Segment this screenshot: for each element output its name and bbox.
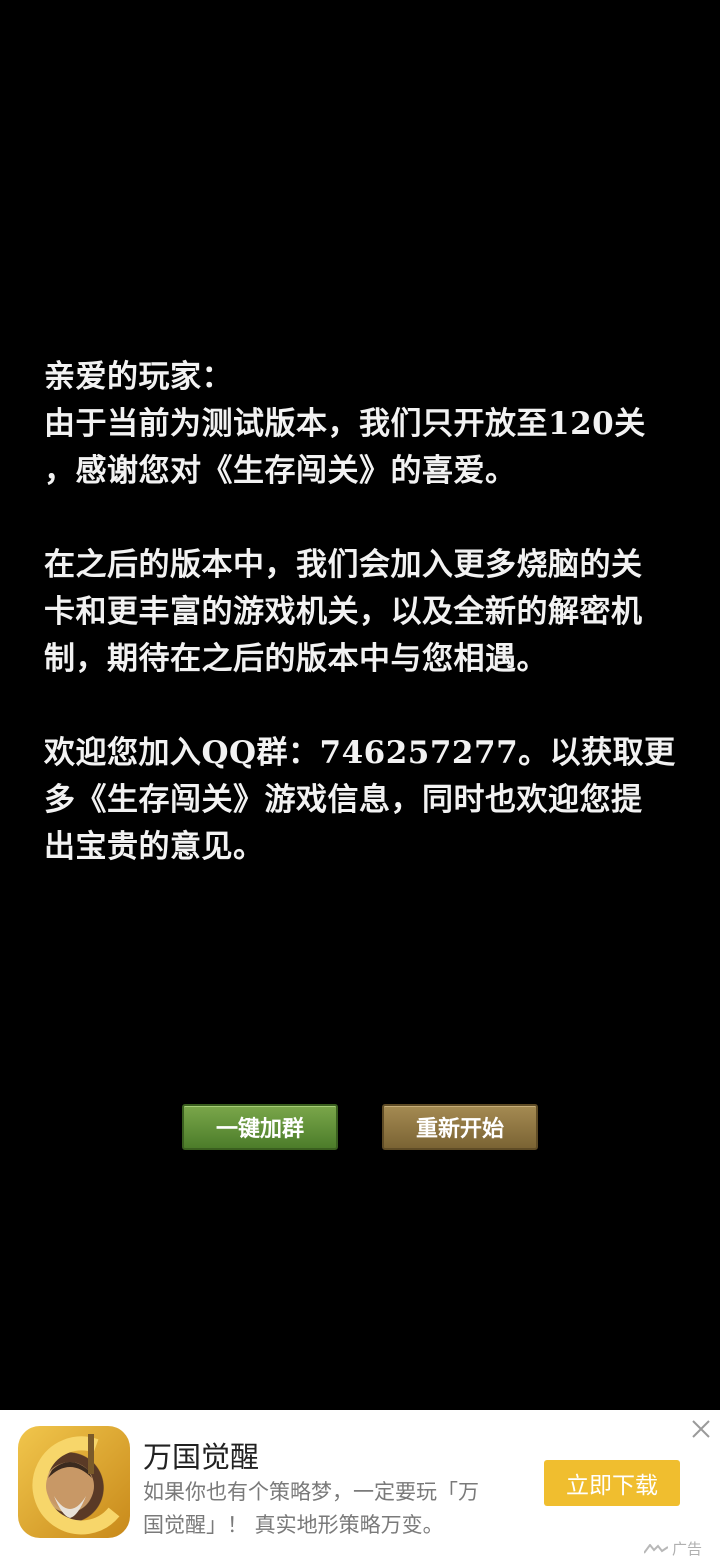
close-icon[interactable] <box>688 1416 714 1442</box>
notice-line: 欢迎您加入QQ群：746257277。以获取更 <box>44 735 676 771</box>
ad-description-line: 国觉醒」！ 真实地形策略万变。 <box>143 1513 444 1537</box>
notice-line: 多《生存闯关》游戏信息，同时也欢迎您提 <box>44 782 643 818</box>
ad-label-text: 广告 <box>672 1540 703 1558</box>
ad-description-line: 如果你也有个策略梦，一定要玩「万 <box>143 1480 479 1504</box>
notice-line: 卡和更丰富的游戏机关，以及全新的解密机 <box>44 594 643 630</box>
join-group-button[interactable]: 一键加群 <box>182 1104 338 1150</box>
restart-button[interactable]: 重新开始 <box>382 1104 538 1150</box>
notice-line: 制，期待在之后的版本中与您相遇。 <box>44 641 548 677</box>
notice-line: 由于当前为测试版本，我们只开放至120关 <box>44 406 646 442</box>
notice-message: 亲爱的玩家： 由于当前为测试版本，我们只开放至120关 ，感谢您对《生存闯关》的… <box>44 354 684 871</box>
ad-label: 广告 <box>644 1538 702 1559</box>
ad-banner[interactable]: 万国觉醒 如果你也有个策略梦，一定要玩「万 国觉醒」！ 真实地形策略万变。 立即… <box>0 1410 720 1560</box>
notice-line: ，感谢您对《生存闯关》的喜爱。 <box>44 453 517 489</box>
game-app-icon[interactable] <box>18 1426 130 1538</box>
download-button[interactable]: 立即下载 <box>544 1460 680 1506</box>
notice-line: 出宝贵的意见。 <box>44 829 265 865</box>
ad-description: 如果你也有个策略梦，一定要玩「万 国觉醒」！ 真实地形策略万变。 <box>143 1476 523 1542</box>
greeting-text: 亲爱的玩家： <box>44 359 233 395</box>
ad-logo-icon <box>644 1543 668 1554</box>
ad-title[interactable]: 万国觉醒 <box>143 1434 259 1476</box>
notice-line: 在之后的版本中，我们会加入更多烧脑的关 <box>44 547 643 583</box>
